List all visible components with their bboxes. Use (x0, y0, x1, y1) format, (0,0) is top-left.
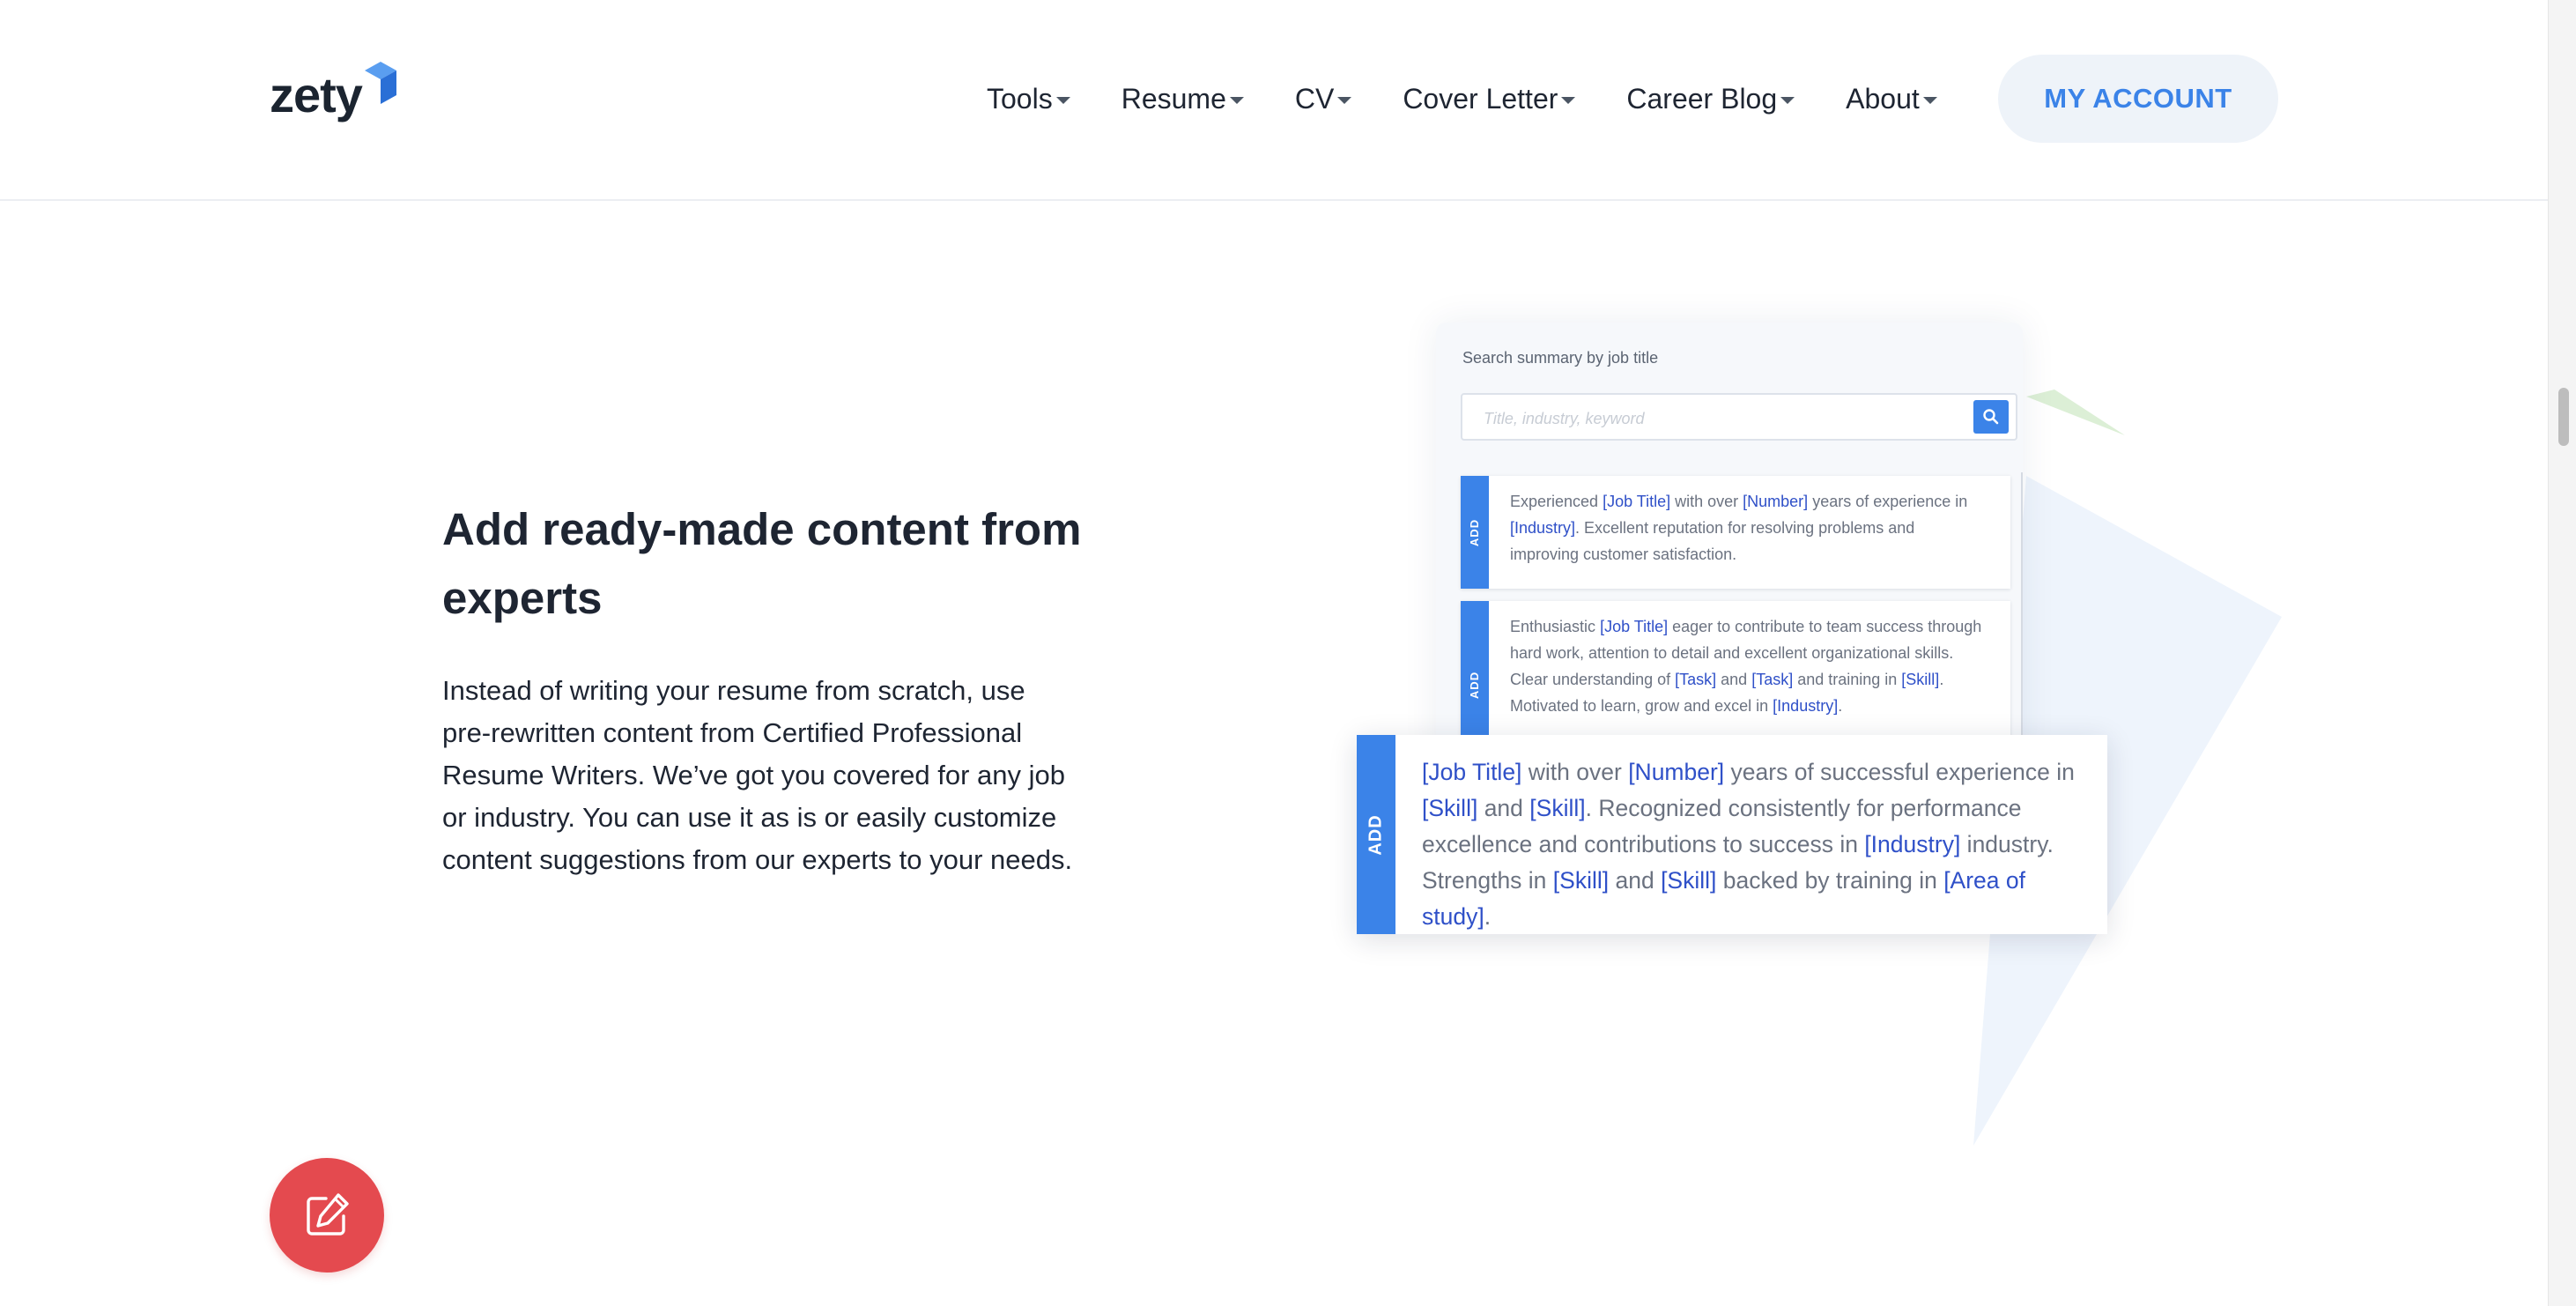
caret-down-icon (1055, 97, 1070, 104)
add-button[interactable]: ADD (1461, 476, 1489, 589)
text-segment: and (1609, 867, 1662, 894)
placeholder-token: [Skill] (1529, 795, 1586, 821)
placeholder-token: [Number] (1628, 759, 1725, 785)
edit-icon (307, 1193, 349, 1236)
placeholder-token: [Task] (1675, 671, 1717, 688)
text-segment: and (1716, 671, 1752, 688)
placeholder-token: [Industry] (1864, 831, 1961, 857)
text-segment: years of successful experience in (1724, 759, 2075, 785)
section-heading: Add ready-made content from experts (442, 504, 1082, 623)
placeholder-token: [Skill] (1552, 867, 1610, 894)
summary-search-box (1461, 393, 2017, 441)
panel-label: Search summary by job title (1462, 349, 1659, 367)
text-segment: years of experience in (1808, 493, 1968, 510)
suggestion-text: Experienced [Job Title] with over [Numbe… (1510, 488, 1986, 568)
caret-down-icon (1229, 97, 1244, 104)
add-label: ADD (1468, 518, 1482, 546)
caret-down-icon (1780, 97, 1795, 104)
nav-item-label: Cover Letter (1403, 82, 1558, 115)
add-label: ADD (1468, 671, 1482, 699)
placeholder-token: [Skill] (1901, 671, 1940, 688)
zety-logo[interactable]: zety (270, 62, 402, 129)
panel-scrollbar[interactable] (2021, 472, 2023, 763)
text-segment: and training in (1793, 671, 1902, 688)
text-segment: and (1477, 795, 1530, 821)
scrollbar-thumb[interactable] (2558, 388, 2569, 446)
edit-resume-fab[interactable] (270, 1158, 384, 1273)
search-button[interactable] (1973, 400, 2009, 434)
text-segment: backed by training in (1716, 867, 1944, 894)
text-segment: Experienced (1510, 493, 1603, 510)
section-body: Instead of writing your resume from scra… (442, 675, 1073, 875)
nav-item-label: CV (1294, 82, 1335, 115)
caret-down-icon (1561, 97, 1576, 104)
add-button[interactable]: ADD (1357, 735, 1395, 934)
placeholder-token: [Skill] (1661, 867, 1717, 894)
text-segment: Enthusiastic (1510, 618, 1601, 635)
placeholder-token: [Number] (1743, 493, 1809, 510)
logo-text: zety (270, 67, 363, 122)
placeholder-token: [Job Title] (1603, 493, 1671, 510)
placeholder-token: [Job Title] (1600, 618, 1669, 635)
main-nav: Tools Resume CV Cover Letter Career Blog… (987, 74, 1988, 123)
placeholder-token: [Skill] (1422, 795, 1478, 821)
suggestion-card: ADD Experienced [Job Title] with over [N… (1461, 476, 2010, 589)
nav-item-label: Tools (987, 82, 1053, 115)
caret-down-icon (1337, 97, 1352, 104)
search-icon (1983, 409, 1999, 425)
text-segment: with over (1521, 759, 1629, 785)
nav-item-about[interactable]: About (1846, 83, 1937, 115)
page-scrollbar[interactable] (2548, 0, 2576, 1306)
placeholder-token: [Industry] (1510, 519, 1576, 537)
suggestion-text: Enthusiastic [Job Title] eager to contri… (1510, 613, 1986, 719)
suggestion-text: [Job Title] with over [Number] years of … (1422, 754, 2091, 934)
nav-item-resume[interactable]: Resume (1121, 83, 1244, 115)
summary-search-input[interactable] (1482, 405, 1943, 432)
nav-item-career-blog[interactable]: Career Blog (1626, 83, 1795, 115)
placeholder-token: [Industry] (1773, 697, 1839, 715)
logo-cube-icon (365, 62, 396, 104)
text-segment: . (1484, 903, 1492, 930)
nav-item-cv[interactable]: CV (1294, 82, 1352, 115)
nav-item-cover-letter[interactable]: Cover Letter (1403, 82, 1576, 115)
nav-item-label: About (1846, 82, 1920, 115)
top-navigation-bar: zety Tools Resume CV Cover Letter Career… (0, 0, 2548, 201)
summary-search-panel: Search summary by job title ADD Experien… (1436, 323, 2023, 763)
nav-item-label: Resume (1121, 82, 1226, 115)
text-segment: with over (1670, 493, 1743, 510)
nav-item-label: Career Blog (1626, 82, 1778, 115)
featured-suggestion-card: ADD [Job Title] with over [Number] years… (1357, 735, 2107, 934)
text-segment: . (1838, 697, 1843, 715)
nav-item-tools[interactable]: Tools (987, 83, 1070, 115)
content-suggestions-illustration: Search summary by job title ADD Experien… (1357, 317, 2291, 1163)
placeholder-token: [Task] (1751, 671, 1794, 688)
caret-down-icon (1922, 97, 1937, 104)
page: zety Tools Resume CV Cover Letter Career… (0, 0, 2576, 1306)
my-account-button[interactable]: MY ACCOUNT (1998, 55, 2278, 143)
add-label: ADD (1366, 813, 1386, 856)
placeholder-token: [Job Title] (1422, 759, 1522, 785)
